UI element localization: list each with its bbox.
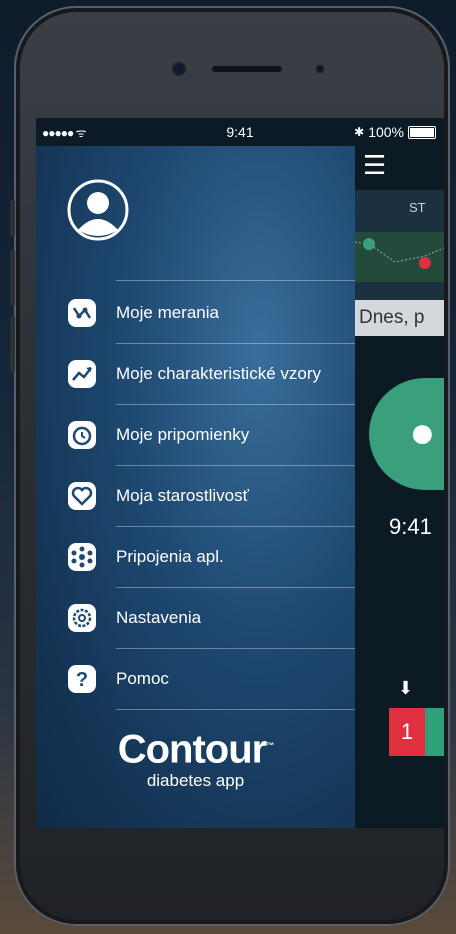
volume-up-button bbox=[10, 250, 15, 306]
meal-reading-card[interactable]: ● bbox=[369, 378, 444, 490]
logo-trademark: ™ bbox=[266, 741, 274, 750]
trends-icon bbox=[66, 358, 98, 390]
battery-indicator: ✱ 100% bbox=[354, 124, 436, 140]
menu-item-label: Moja starostlivosť bbox=[116, 486, 249, 505]
menu-item-help[interactable]: ? Pomoc bbox=[66, 654, 355, 704]
menu-divider bbox=[116, 404, 355, 405]
connections-icon bbox=[66, 541, 98, 573]
apple-icon: ● bbox=[409, 408, 436, 457]
menu-divider bbox=[116, 587, 355, 588]
menu-item-label: Moje pripomienky bbox=[116, 425, 250, 444]
logo-subtitle: diabetes app bbox=[146, 771, 245, 791]
menu-item-label: Pomoc bbox=[116, 669, 169, 688]
count-badge[interactable]: 1 bbox=[389, 708, 425, 756]
front-camera bbox=[174, 64, 184, 74]
menu-divider bbox=[116, 465, 355, 466]
user-avatar-icon[interactable] bbox=[66, 178, 130, 242]
proximity-sensor bbox=[316, 65, 324, 73]
menu-item-settings[interactable]: Nastavenia bbox=[66, 593, 355, 643]
menu-divider bbox=[116, 526, 355, 527]
green-indicator bbox=[425, 708, 444, 756]
bluetooth-icon: ✱ bbox=[354, 125, 365, 139]
menu-item-reminders[interactable]: Moje pripomienky bbox=[66, 410, 355, 460]
reading-time: 9:41 bbox=[389, 514, 432, 539]
down-arrow-icon: ⬇ bbox=[398, 678, 414, 698]
contour-logo: Contour™ diabetes app bbox=[36, 726, 355, 791]
status-bar: ●●●●● ᯤ 9:41 ✱ 100% bbox=[36, 118, 444, 146]
battery-percent: 100% bbox=[368, 124, 404, 140]
hamburger-menu-icon[interactable]: ☰ bbox=[363, 152, 386, 178]
reading-point-red[interactable] bbox=[419, 257, 431, 269]
reading-point-green[interactable] bbox=[363, 238, 375, 250]
menu-item-care[interactable]: Moja starostlivosť bbox=[66, 471, 355, 521]
today-header: Dnes, p bbox=[355, 300, 444, 336]
help-icon: ? bbox=[66, 663, 98, 695]
menu-item-measurements[interactable]: Moje merania bbox=[66, 288, 355, 338]
care-icon bbox=[66, 480, 98, 512]
menu-item-patterns[interactable]: Moje charakteristické vzory bbox=[66, 349, 355, 399]
settings-icon bbox=[66, 602, 98, 634]
phone-screen: ●●●●● ᯤ 9:41 ✱ 100% ☰ ST Dnes, p ● 9:41 … bbox=[36, 118, 444, 828]
earpiece-speaker bbox=[212, 66, 282, 72]
menu-item-label: Moje merania bbox=[116, 303, 219, 322]
chart-line bbox=[355, 238, 444, 269]
mute-switch bbox=[10, 200, 15, 236]
battery-icon bbox=[408, 125, 436, 139]
readings-chart[interactable]: ST bbox=[355, 190, 444, 300]
svg-text:?: ? bbox=[76, 669, 88, 691]
menu-item-connections[interactable]: Pripojenia apl. bbox=[66, 532, 355, 582]
menu-divider bbox=[116, 709, 355, 710]
menu-item-label: Nastavenia bbox=[116, 608, 202, 627]
menu-divider bbox=[116, 280, 355, 281]
menu-item-label: Pripojenia apl. bbox=[116, 547, 224, 566]
main-app-view[interactable]: ☰ ST Dnes, p ● 9:41 ⬇ 1 bbox=[355, 146, 444, 828]
side-drawer: Moje merania Moje charakteristické vzory… bbox=[36, 146, 355, 828]
measurements-icon bbox=[66, 297, 98, 329]
menu-divider bbox=[116, 648, 355, 649]
logo-brand: Contour bbox=[117, 727, 268, 772]
menu-item-label: Moje charakteristické vzory bbox=[116, 364, 322, 383]
reminder-icon bbox=[66, 419, 98, 451]
volume-down-button bbox=[10, 316, 15, 372]
menu-divider bbox=[116, 343, 355, 344]
